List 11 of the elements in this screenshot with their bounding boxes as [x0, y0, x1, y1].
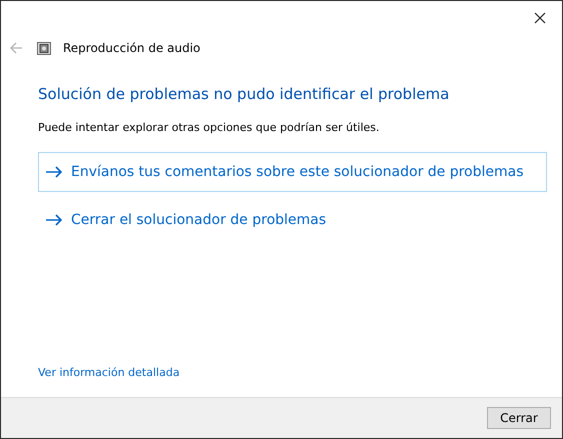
speaker-icon	[37, 42, 51, 54]
option-link[interactable]: Cerrar el solucionador de problemas	[38, 200, 547, 240]
option-link[interactable]: Envíanos tus comentarios sobre este solucionador de problemas	[38, 152, 547, 192]
details-link[interactable]: Ver información detallada	[38, 366, 180, 379]
close-dialog-button[interactable]: Cerrar	[487, 407, 551, 429]
heading: Solución de problemas no pudo identificar el problema	[38, 85, 450, 103]
close-icon	[534, 12, 546, 24]
arrow-icon	[45, 166, 63, 178]
window-title: Reproducción de audio	[63, 41, 200, 55]
arrow-icon	[45, 214, 63, 226]
description: Puede intentar explorar otras opciones que podrían ser útiles.	[38, 121, 380, 134]
